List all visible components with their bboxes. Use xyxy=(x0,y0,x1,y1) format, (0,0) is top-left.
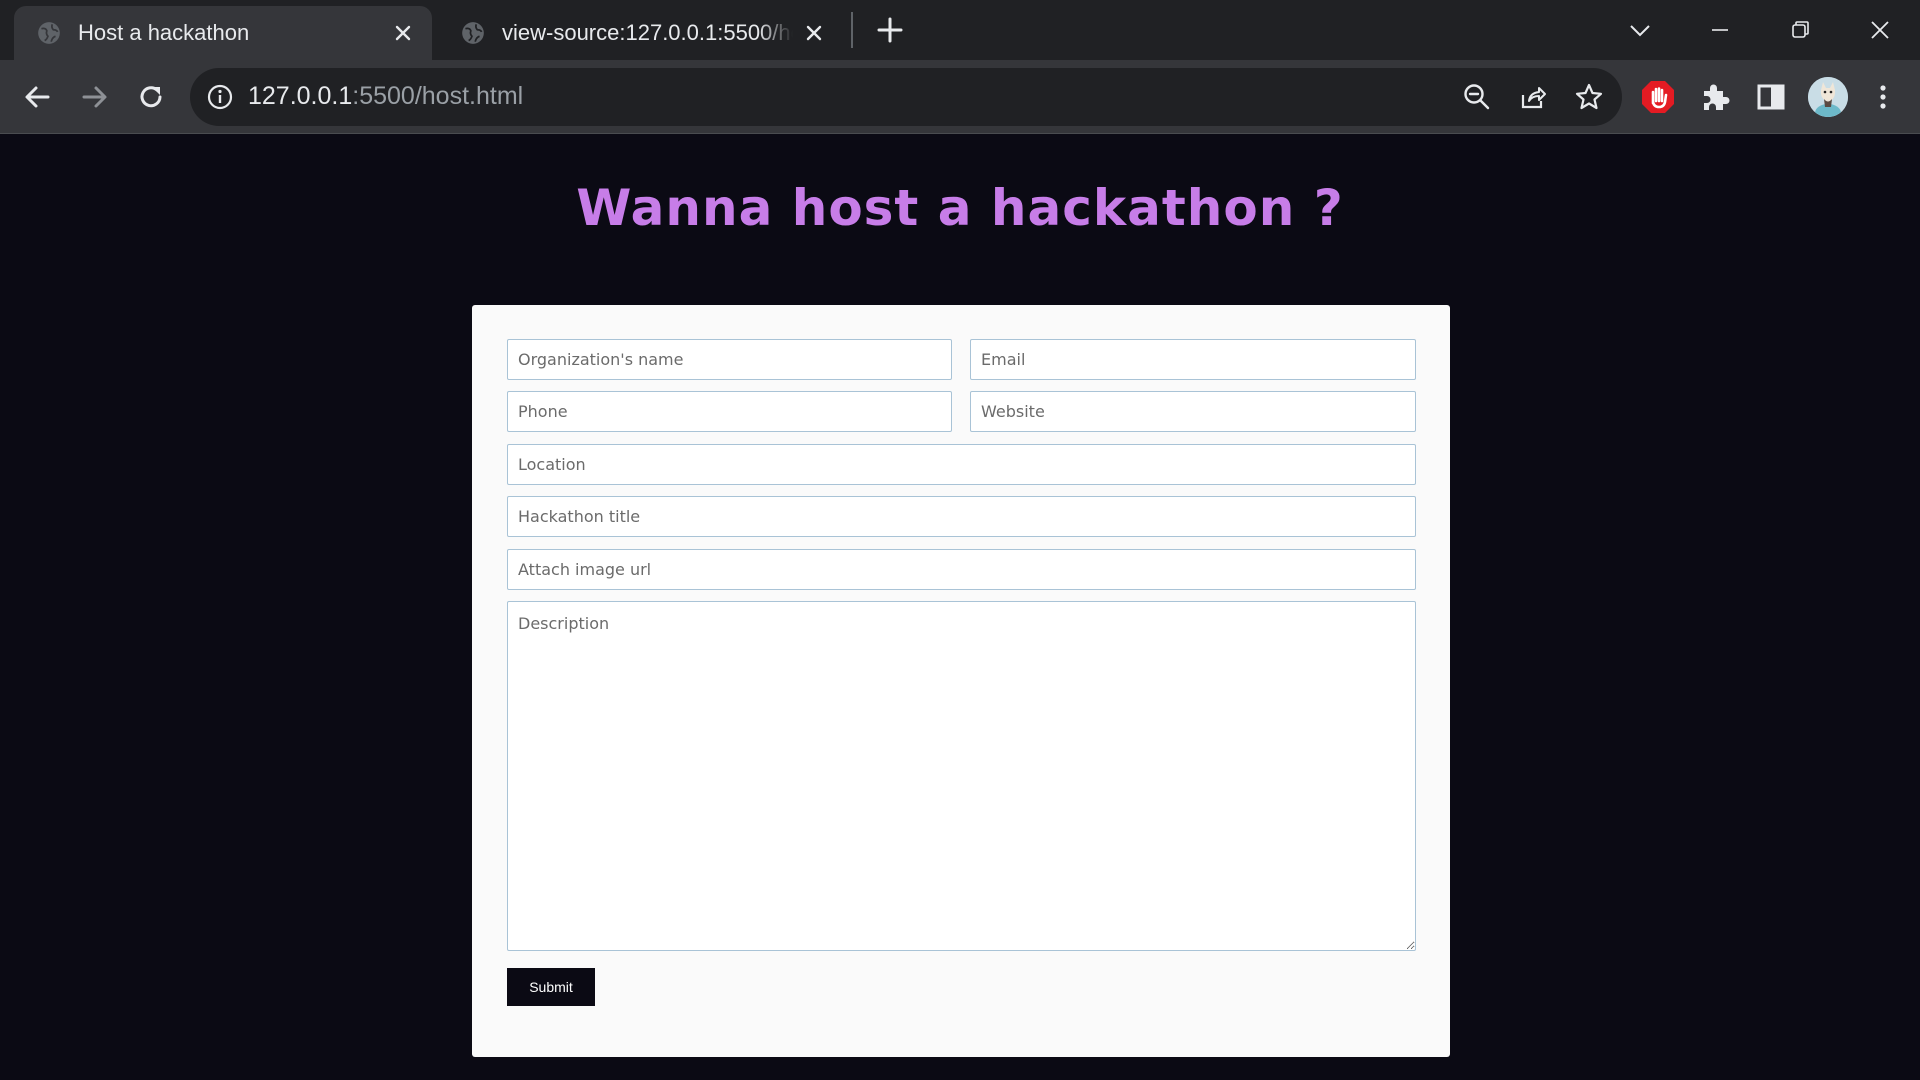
url-text[interactable]: 127.0.0.1:5500/host.html xyxy=(248,82,523,111)
reload-icon[interactable] xyxy=(130,76,172,118)
tab-title: Host a hackathon xyxy=(78,20,250,45)
image-url-input[interactable] xyxy=(507,549,1416,590)
tab-title: view-source:127.0.0.1:5500/host.html xyxy=(502,20,793,45)
side-panel-icon[interactable] xyxy=(1752,78,1790,116)
adblock-stop-hand-icon[interactable] xyxy=(1639,78,1677,116)
tab-search-chevron-icon[interactable] xyxy=(1620,10,1660,50)
url-path: :5500/host.html xyxy=(352,82,524,110)
tab-separator xyxy=(851,12,853,48)
more-vertical-icon[interactable] xyxy=(1864,78,1902,116)
globe-icon xyxy=(38,22,60,44)
submit-button[interactable]: Submit xyxy=(507,968,595,1006)
cat-avatar-icon xyxy=(1808,77,1848,117)
tab-view-source[interactable]: view-source:127.0.0.1:5500/host.html xyxy=(438,6,843,60)
back-arrow-icon[interactable] xyxy=(17,76,59,118)
close-window-icon[interactable] xyxy=(1860,10,1900,50)
email-input[interactable] xyxy=(970,339,1416,380)
close-icon[interactable] xyxy=(392,22,414,44)
share-icon[interactable] xyxy=(1518,82,1548,112)
host-hackathon-form: Submit xyxy=(472,305,1450,1057)
location-input[interactable] xyxy=(507,444,1416,485)
page-viewport: Wanna host a hackathon ? Submit xyxy=(0,135,1920,1080)
close-icon[interactable] xyxy=(803,22,825,44)
phone-input[interactable] xyxy=(507,391,952,432)
hackathon-title-input[interactable] xyxy=(507,496,1416,537)
globe-icon xyxy=(462,22,484,44)
tab-host-a-hackathon[interactable]: Host a hackathon xyxy=(14,6,432,60)
bookmark-star-icon[interactable] xyxy=(1574,82,1604,112)
info-icon[interactable] xyxy=(206,83,234,111)
browser-toolbar: 127.0.0.1:5500/host.html xyxy=(0,60,1920,134)
restore-icon[interactable] xyxy=(1780,10,1820,50)
description-textarea[interactable] xyxy=(507,601,1416,951)
address-bar[interactable]: 127.0.0.1:5500/host.html xyxy=(190,68,1622,126)
url-host: 127.0.0.1 xyxy=(248,82,353,110)
profile-avatar[interactable] xyxy=(1808,77,1848,117)
browser-tab-strip: Host a hackathon view-source:127.0.0.1:5… xyxy=(0,0,1920,60)
organization-name-input[interactable] xyxy=(507,339,952,380)
new-tab-plus-icon[interactable] xyxy=(874,14,906,46)
website-input[interactable] xyxy=(970,391,1416,432)
extensions-puzzle-icon[interactable] xyxy=(1697,78,1735,116)
forward-arrow-icon[interactable] xyxy=(73,76,115,118)
minimize-icon[interactable] xyxy=(1700,10,1740,50)
page-title: Wanna host a hackathon ? xyxy=(576,179,1344,237)
zoom-out-icon[interactable] xyxy=(1462,82,1492,112)
